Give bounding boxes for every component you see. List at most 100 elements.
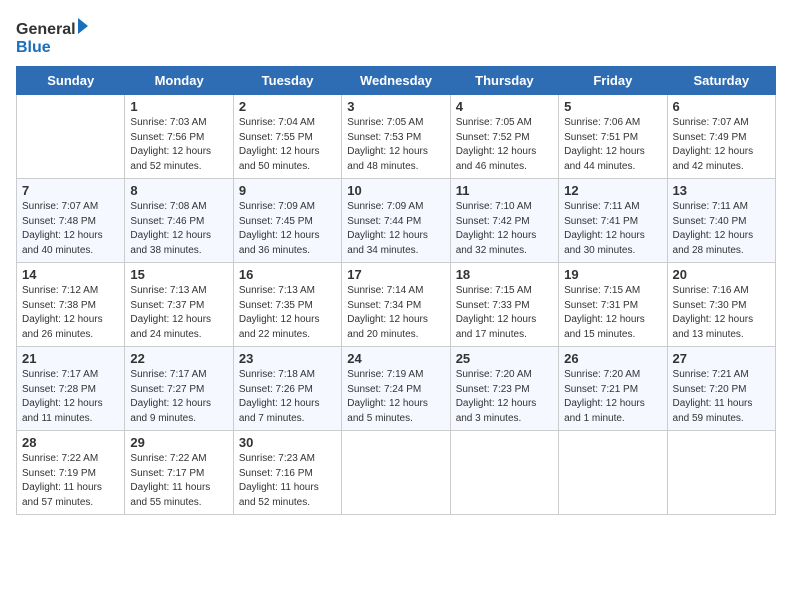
day-info: Sunrise: 7:05 AM Sunset: 7:53 PM Dayligh… <box>347 116 444 174</box>
calendar-cell: 5Sunrise: 7:06 AM Sunset: 7:51 PM Daylig… <box>559 95 667 179</box>
day-info: Sunrise: 7:13 AM Sunset: 7:37 PM Dayligh… <box>130 284 227 342</box>
calendar-cell: 28 Sunrise: 7:22 AM Sunset: 7:19 PM Dayli… <box>17 431 125 515</box>
logo-svg: GeneralBlue <box>16 16 96 56</box>
calendar-cell: 11Sunrise: 7:10 AM Sunset: 7:42 PM Dayli… <box>450 179 558 263</box>
day-number: 24 <box>347 351 444 366</box>
calendar-cell: 15 Sunrise: 7:13 AM Sunset: 7:37 PM Dayli… <box>125 263 233 347</box>
calendar-week-row: 21Sunrise: 7:17 AM Sunset: 7:28 PM Dayli… <box>17 347 776 431</box>
calendar-cell: 16Sunrise: 7:13 AM Sunset: 7:35 PM Dayli… <box>233 263 341 347</box>
day-number: 16 <box>239 267 336 282</box>
day-info: Sunrise: 7:08 AM Sunset: 7:46 PM Dayligh… <box>130 200 227 258</box>
calendar-cell <box>342 431 450 515</box>
day-info: Sunrise: 7:22 AM Sunset: 7:17 PM Dayligh… <box>130 452 227 510</box>
calendar-week-row: 28 Sunrise: 7:22 AM Sunset: 7:19 PM Dayli… <box>17 431 776 515</box>
day-info: Sunrise: 7:21 AM Sunset: 7:20 PM Dayligh… <box>673 368 770 426</box>
day-info: Sunrise: 7:03 AM Sunset: 7:56 PM Dayligh… <box>130 116 227 174</box>
calendar-cell: 2Sunrise: 7:04 AM Sunset: 7:55 PM Daylig… <box>233 95 341 179</box>
day-info: Sunrise: 7:15 AM Sunset: 7:33 PM Dayligh… <box>456 284 553 342</box>
calendar-cell: 8 Sunrise: 7:08 AM Sunset: 7:46 PM Daylig… <box>125 179 233 263</box>
calendar-cell: 14 Sunrise: 7:12 AM Sunset: 7:38 PM Dayli… <box>17 263 125 347</box>
day-number: 12 <box>564 183 661 198</box>
calendar-cell: 10 Sunrise: 7:09 AM Sunset: 7:44 PM Dayli… <box>342 179 450 263</box>
day-of-week-header: Sunday <box>17 67 125 95</box>
day-of-week-header: Monday <box>125 67 233 95</box>
calendar-cell: 17Sunrise: 7:14 AM Sunset: 7:34 PM Dayli… <box>342 263 450 347</box>
calendar-cell: 12 Sunrise: 7:11 AM Sunset: 7:41 PM Dayli… <box>559 179 667 263</box>
day-number: 20 <box>673 267 770 282</box>
calendar-cell <box>17 95 125 179</box>
day-info: Sunrise: 7:09 AM Sunset: 7:45 PM Dayligh… <box>239 200 336 258</box>
day-of-week-header: Saturday <box>667 67 775 95</box>
calendar-cell: 18Sunrise: 7:15 AM Sunset: 7:33 PM Dayli… <box>450 263 558 347</box>
day-number: 10 <box>347 183 444 198</box>
day-number: 19 <box>564 267 661 282</box>
day-number: 30 <box>239 435 336 450</box>
day-number: 22 <box>130 351 227 366</box>
calendar-cell: 9 Sunrise: 7:09 AM Sunset: 7:45 PM Daylig… <box>233 179 341 263</box>
day-number: 26 <box>564 351 661 366</box>
day-number: 1 <box>130 99 227 114</box>
calendar-cell: 24 Sunrise: 7:19 AM Sunset: 7:24 PM Dayli… <box>342 347 450 431</box>
day-number: 6 <box>673 99 770 114</box>
calendar-cell: 21Sunrise: 7:17 AM Sunset: 7:28 PM Dayli… <box>17 347 125 431</box>
calendar-cell <box>559 431 667 515</box>
calendar-cell: 13Sunrise: 7:11 AM Sunset: 7:40 PM Dayli… <box>667 179 775 263</box>
calendar-cell <box>667 431 775 515</box>
day-of-week-header: Wednesday <box>342 67 450 95</box>
day-number: 9 <box>239 183 336 198</box>
calendar-cell: 1 Sunrise: 7:03 AM Sunset: 7:56 PM Daylig… <box>125 95 233 179</box>
svg-text:General: General <box>16 21 76 38</box>
day-info: Sunrise: 7:20 AM Sunset: 7:23 PM Dayligh… <box>456 368 553 426</box>
calendar-cell: 3 Sunrise: 7:05 AM Sunset: 7:53 PM Daylig… <box>342 95 450 179</box>
calendar-cell: 25 Sunrise: 7:20 AM Sunset: 7:23 PM Dayli… <box>450 347 558 431</box>
day-number: 3 <box>347 99 444 114</box>
day-number: 29 <box>130 435 227 450</box>
calendar-cell: 30 Sunrise: 7:23 AM Sunset: 7:16 PM Dayli… <box>233 431 341 515</box>
day-info: Sunrise: 7:05 AM Sunset: 7:52 PM Dayligh… <box>456 116 553 174</box>
day-info: Sunrise: 7:11 AM Sunset: 7:41 PM Dayligh… <box>564 200 661 258</box>
calendar-cell: 23 Sunrise: 7:18 AM Sunset: 7:26 PM Dayli… <box>233 347 341 431</box>
calendar-cell: 6 Sunrise: 7:07 AM Sunset: 7:49 PM Daylig… <box>667 95 775 179</box>
calendar-week-row: 14 Sunrise: 7:12 AM Sunset: 7:38 PM Dayli… <box>17 263 776 347</box>
calendar-cell: 19 Sunrise: 7:15 AM Sunset: 7:31 PM Dayli… <box>559 263 667 347</box>
day-of-week-header: Thursday <box>450 67 558 95</box>
day-number: 15 <box>130 267 227 282</box>
day-number: 7 <box>22 183 119 198</box>
day-number: 17 <box>347 267 444 282</box>
day-info: Sunrise: 7:20 AM Sunset: 7:21 PM Dayligh… <box>564 368 661 426</box>
day-info: Sunrise: 7:12 AM Sunset: 7:38 PM Dayligh… <box>22 284 119 342</box>
calendar-cell <box>450 431 558 515</box>
day-info: Sunrise: 7:11 AM Sunset: 7:40 PM Dayligh… <box>673 200 770 258</box>
day-number: 14 <box>22 267 119 282</box>
calendar-table: SundayMondayTuesdayWednesdayThursdayFrid… <box>16 66 776 515</box>
day-number: 27 <box>673 351 770 366</box>
day-info: Sunrise: 7:23 AM Sunset: 7:16 PM Dayligh… <box>239 452 336 510</box>
svg-text:Blue: Blue <box>16 39 51 56</box>
calendar-cell: 27 Sunrise: 7:21 AM Sunset: 7:20 PM Dayli… <box>667 347 775 431</box>
day-info: Sunrise: 7:09 AM Sunset: 7:44 PM Dayligh… <box>347 200 444 258</box>
header: GeneralBlue <box>16 16 776 56</box>
calendar-cell: 22 Sunrise: 7:17 AM Sunset: 7:27 PM Dayli… <box>125 347 233 431</box>
day-number: 25 <box>456 351 553 366</box>
day-number: 11 <box>456 183 553 198</box>
calendar-cell: 7 Sunrise: 7:07 AM Sunset: 7:48 PM Daylig… <box>17 179 125 263</box>
day-number: 8 <box>130 183 227 198</box>
calendar-cell: 29 Sunrise: 7:22 AM Sunset: 7:17 PM Dayli… <box>125 431 233 515</box>
day-number: 23 <box>239 351 336 366</box>
day-info: Sunrise: 7:19 AM Sunset: 7:24 PM Dayligh… <box>347 368 444 426</box>
day-info: Sunrise: 7:18 AM Sunset: 7:26 PM Dayligh… <box>239 368 336 426</box>
day-number: 28 <box>22 435 119 450</box>
logo: GeneralBlue <box>16 16 96 56</box>
day-info: Sunrise: 7:04 AM Sunset: 7:55 PM Dayligh… <box>239 116 336 174</box>
calendar-cell: 4Sunrise: 7:05 AM Sunset: 7:52 PM Daylig… <box>450 95 558 179</box>
day-of-week-header: Tuesday <box>233 67 341 95</box>
day-info: Sunrise: 7:22 AM Sunset: 7:19 PM Dayligh… <box>22 452 119 510</box>
day-info: Sunrise: 7:07 AM Sunset: 7:49 PM Dayligh… <box>673 116 770 174</box>
day-info: Sunrise: 7:17 AM Sunset: 7:27 PM Dayligh… <box>130 368 227 426</box>
day-info: Sunrise: 7:07 AM Sunset: 7:48 PM Dayligh… <box>22 200 119 258</box>
calendar-header-row: SundayMondayTuesdayWednesdayThursdayFrid… <box>17 67 776 95</box>
calendar-cell: 26 Sunrise: 7:20 AM Sunset: 7:21 PM Dayli… <box>559 347 667 431</box>
day-of-week-header: Friday <box>559 67 667 95</box>
calendar-week-row: 1 Sunrise: 7:03 AM Sunset: 7:56 PM Daylig… <box>17 95 776 179</box>
day-info: Sunrise: 7:15 AM Sunset: 7:31 PM Dayligh… <box>564 284 661 342</box>
